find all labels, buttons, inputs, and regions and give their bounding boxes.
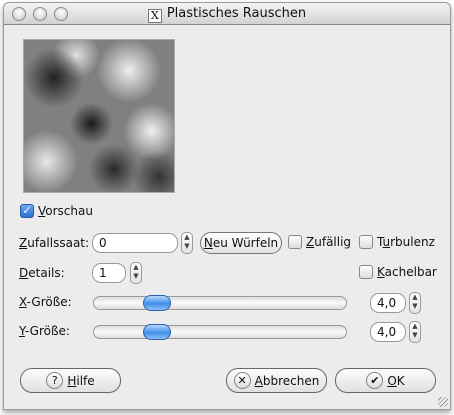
tileable-label: Kachelbar [377, 265, 437, 279]
xsize-input[interactable]: 4,0 [370, 293, 406, 313]
cancel-button[interactable]: ✕ Abbrechen [226, 368, 327, 393]
xsize-slider-thumb[interactable] [143, 295, 171, 311]
ysize-slider-thumb[interactable] [143, 324, 171, 340]
window-title-text: Plastisches Rauschen [166, 6, 307, 21]
random-checkbox[interactable] [288, 235, 302, 249]
random-toggle[interactable]: Zufällig [288, 235, 351, 249]
random-label: Zufällig [306, 235, 352, 249]
turbulent-checkbox[interactable] [359, 235, 373, 249]
xsize-spinner[interactable]: ▲ ▼ [409, 292, 421, 314]
ok-label: OK [387, 373, 405, 388]
tileable-toggle[interactable]: Kachelbar [359, 265, 437, 279]
check-icon: ✔ [366, 372, 384, 389]
dialog-window: X Plastisches Rauschen ✓ Vorschau Zufalls… [3, 2, 451, 410]
cancel-icon: ✕ [233, 372, 251, 389]
new-seed-button[interactable]: Neu Würfeln [200, 232, 282, 254]
help-button[interactable]: ? Hilfe [20, 368, 121, 393]
tileable-checkbox[interactable] [359, 265, 373, 279]
help-label: Hilfe [67, 373, 95, 388]
preview-toggle[interactable]: ✓ Vorschau [20, 204, 93, 218]
ysize-spinner[interactable]: ▲ ▼ [409, 321, 421, 343]
turbulent-toggle[interactable]: Turbulenz [359, 235, 435, 249]
details-input[interactable]: 1 [92, 263, 126, 283]
seed-spinner[interactable]: ▲ ▼ [181, 232, 193, 254]
cancel-label: Abbrechen [254, 373, 320, 388]
resize-grip-icon[interactable] [438, 397, 448, 407]
help-icon: ? [46, 372, 64, 389]
ysize-label: Y-Größe: [19, 324, 70, 338]
xsize-slider[interactable] [93, 295, 347, 311]
seed-label: Zufallssaat: [19, 236, 90, 250]
details-spinner[interactable]: ▲ ▼ [130, 262, 142, 284]
preview-label: Vorschau [38, 204, 93, 218]
ysize-slider[interactable] [93, 324, 347, 340]
noise-preview [23, 39, 175, 193]
xsize-label: X-Größe: [19, 295, 72, 309]
turbulent-label: Turbulenz [377, 235, 435, 249]
details-label: Details: [19, 266, 65, 280]
x11-icon: X [147, 9, 162, 23]
ok-button[interactable]: ✔ OK [335, 368, 436, 393]
preview-checkbox[interactable]: ✓ [20, 204, 34, 218]
ysize-input[interactable]: 4,0 [370, 322, 406, 342]
window-title: X Plastisches Rauschen [4, 6, 450, 23]
seed-input[interactable]: 0 [92, 233, 178, 253]
title-bar[interactable]: X Plastisches Rauschen [4, 3, 450, 25]
